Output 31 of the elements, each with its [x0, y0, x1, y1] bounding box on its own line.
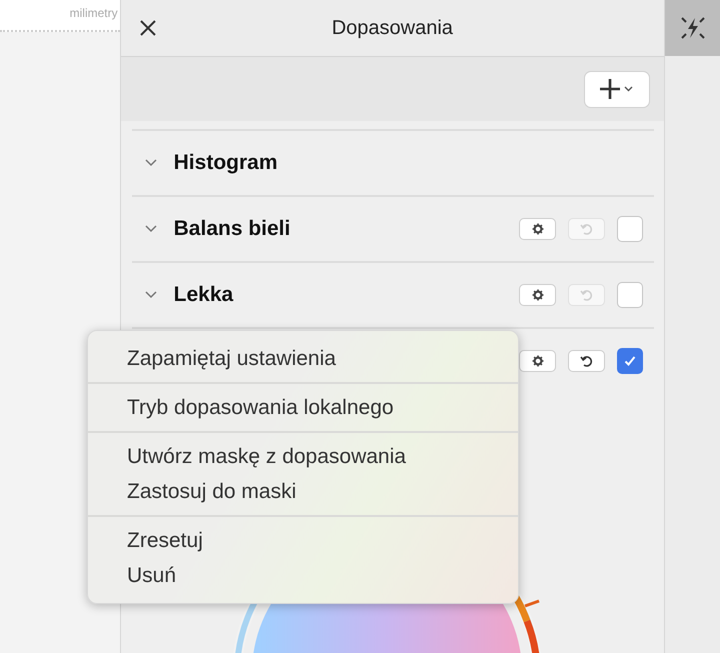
- gear-icon: [532, 355, 544, 367]
- add-button[interactable]: [584, 70, 650, 108]
- settings-button[interactable]: [519, 350, 556, 372]
- auto-adjust-button[interactable]: [665, 0, 720, 56]
- menu-item[interactable]: Zresetuj: [88, 523, 518, 558]
- chevron-icon[interactable]: [144, 224, 158, 234]
- adjustment-title[interactable]: Lekka: [174, 283, 234, 307]
- menu-item[interactable]: Usuń: [88, 558, 518, 593]
- menu-item[interactable]: Zastosuj do maski: [88, 474, 518, 509]
- checkbox[interactable]: [617, 216, 643, 242]
- reset-icon: [580, 354, 594, 368]
- chevron-icon[interactable]: [144, 290, 158, 300]
- checkbox[interactable]: [617, 282, 643, 308]
- menu-item[interactable]: Zapamiętaj ustawienia: [88, 341, 518, 376]
- menu-item[interactable]: Tryb dopasowania lokalnego: [88, 390, 518, 425]
- settings-button[interactable]: [519, 284, 556, 306]
- reset-icon: [580, 222, 594, 236]
- adjustment-title[interactable]: Histogram: [174, 151, 278, 175]
- ruler-unit: milimetry: [70, 5, 119, 20]
- close-icon[interactable]: [138, 18, 158, 38]
- reset-button[interactable]: [568, 350, 605, 372]
- checkbox[interactable]: [617, 348, 643, 374]
- settings-button[interactable]: [519, 218, 556, 240]
- menu-item[interactable]: Utwórz maskę z dopasowania: [88, 439, 518, 474]
- chevron-icon[interactable]: [144, 158, 158, 168]
- gear-icon: [532, 223, 544, 235]
- gear-icon: [532, 289, 544, 301]
- adjustment-title[interactable]: Balans bieli: [174, 217, 290, 241]
- reset-icon: [580, 288, 594, 302]
- plus-icon: [599, 78, 635, 100]
- panel-title: Dopasowania: [332, 16, 453, 40]
